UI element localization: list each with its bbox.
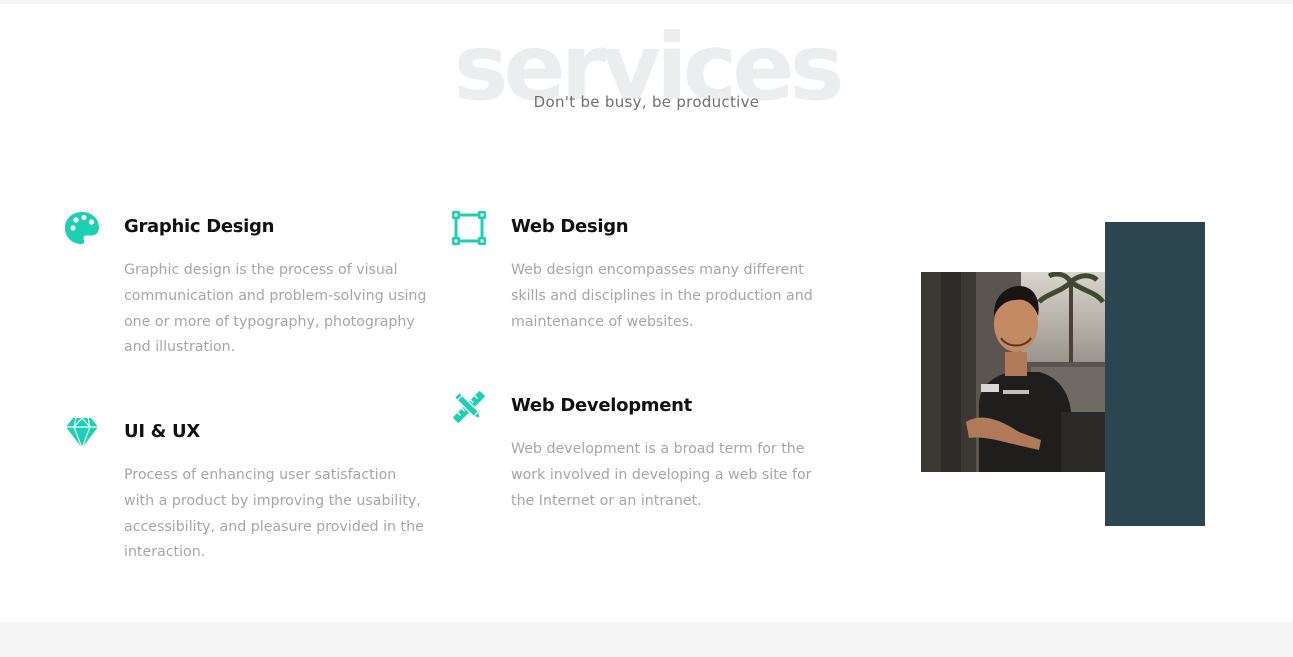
services-section-heading: services Don't be busy, be productive [0, 0, 1293, 130]
service-title: UI & UX [124, 421, 200, 442]
section-subtitle: Don't be busy, be productive [533, 93, 760, 111]
service-title: Web Design [511, 216, 629, 237]
profile-photo-block [921, 222, 1205, 526]
service-description: Web development is a broad term for the … [511, 441, 812, 509]
service-description: Graphic design is the process of visual … [124, 262, 427, 356]
service-description: Process of enhancing user satisfaction w… [124, 467, 424, 561]
next-section-band [0, 622, 1293, 657]
profile-photo [921, 272, 1105, 472]
vector-square-icon [451, 210, 487, 246]
service-title: Web Development [511, 395, 692, 416]
service-title: Graphic Design [124, 216, 275, 237]
gem-icon [64, 415, 100, 451]
pencil-ruler-icon [451, 389, 487, 425]
photo-accent-block [1105, 222, 1205, 526]
palette-icon [64, 210, 100, 246]
service-description: Web design encompasses many different sk… [511, 262, 813, 330]
